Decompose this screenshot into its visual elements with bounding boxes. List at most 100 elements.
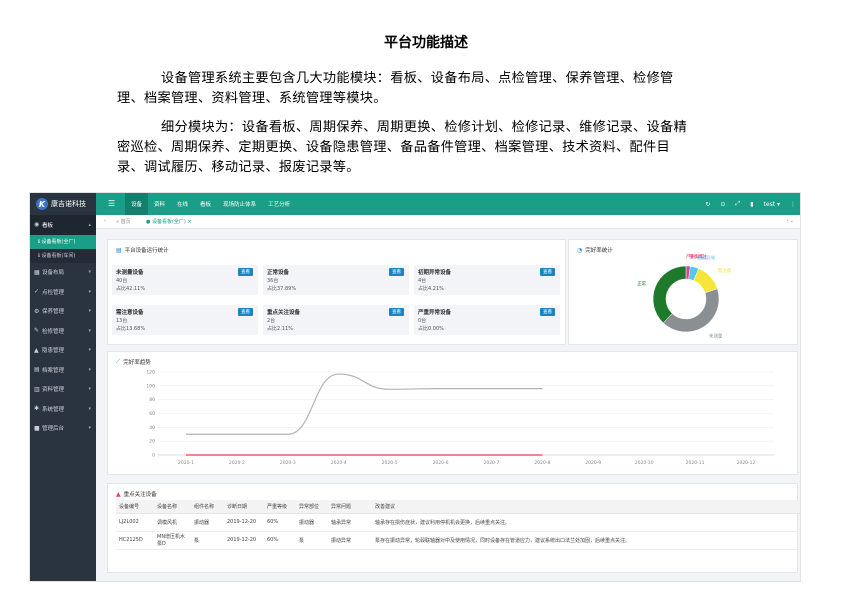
stat-name: 严重异常设备: [418, 310, 452, 316]
sidebar-item-archive[interactable]: ▤ 档案管理 ▾: [30, 360, 96, 380]
table-header-row: 设备编号 设备名称 组件名称 诊断日期 严重等级 异常部位 异常问题 改善建议: [116, 500, 800, 514]
sidebar-subitem-workshop[interactable]: ℹ 设备看板(车间): [30, 248, 96, 263]
lock-icon[interactable]: ⊙: [720, 201, 725, 208]
tab-current[interactable]: ● 设备看板(全厂) ×: [146, 218, 192, 225]
view-button[interactable]: 查看: [540, 268, 555, 276]
top-menu-item[interactable]: 看板: [194, 193, 217, 215]
stat-count: 13台: [116, 318, 128, 324]
x-tick-label: 2020-1: [178, 460, 194, 466]
top-right-tools: ↻ ⊙ ⤢ ▮ test ▾ ⋮: [705, 193, 796, 215]
x-tick-label: 2020-12: [737, 460, 756, 466]
sidebar-item-label: 资料管理: [42, 387, 65, 394]
folder-icon: ▤: [34, 366, 40, 374]
chart-icon[interactable]: ▮: [750, 201, 753, 208]
sidebar-item-label: 设备布局: [42, 270, 65, 277]
table-cell: HC2125D: [116, 531, 154, 550]
table-cell: MN增压机水泵D: [154, 531, 191, 550]
sidebar-item-label: 保养管理: [42, 309, 65, 316]
menu-toggle-icon[interactable]: ☰: [108, 199, 115, 208]
stat-percent: 占比2.11%: [267, 326, 293, 332]
stat-key-attention: 重点关注设备 2台 占比2.11% 查看: [263, 305, 409, 335]
more-icon[interactable]: ⋮: [790, 201, 796, 208]
top-menu-item[interactable]: 工艺分析: [262, 193, 296, 215]
attention-card-title: 重点关注设备: [123, 492, 157, 498]
view-button[interactable]: 查看: [389, 268, 404, 276]
sidebar-item-dashboard[interactable]: ◉ 看板 ▴: [30, 215, 96, 235]
stat-name: 需注意设备: [116, 310, 144, 316]
table-row[interactable]: LJ2L002 调模风机 振动器 2019-12-20 60% 振动器 轴承异常…: [116, 513, 800, 532]
top-menu-item[interactable]: 资料: [148, 193, 171, 215]
donut-slice[interactable]: [693, 268, 718, 294]
stat-name: 初期异常设备: [418, 270, 452, 276]
sidebar-item-hazard[interactable]: ▲ 隐患管理 ▾: [30, 341, 96, 361]
sidebar-item-inspection[interactable]: ✓ 点检管理 ▾: [30, 282, 96, 302]
top-menu-item[interactable]: 在线: [171, 193, 194, 215]
donut-card: ◔ 完好率统计 严重异常 重点关注 初期异常 需注意 未测量 正常: [568, 239, 798, 345]
chevron-down-icon: ▾: [88, 386, 91, 393]
x-tick-label: 2020-3: [280, 460, 296, 466]
refresh-icon[interactable]: ↻: [705, 201, 710, 208]
stat-count: 4台: [418, 278, 427, 284]
tab-scroll-right-icon[interactable]: › ⌄: [786, 218, 794, 224]
document-title: 平台功能描述: [384, 35, 468, 51]
stat-count: 0台: [418, 318, 427, 324]
tab-home[interactable]: « 首页: [116, 218, 131, 225]
sidebar-item-repair[interactable]: ✎ 检修管理 ▾: [30, 321, 96, 341]
column-header: 改善建议: [372, 500, 800, 514]
brand-name: 康吉诺科技: [51, 200, 86, 208]
warning-icon: ▲: [34, 346, 39, 354]
stat-percent: 占比0.00%: [418, 326, 444, 332]
table-row[interactable]: HC2125D MN增压机水泵D 泵 2019-12-20 60% 泵 振动异常…: [116, 531, 800, 550]
top-menu-item[interactable]: 设备: [125, 193, 149, 215]
gear-icon: ⚙: [34, 307, 40, 315]
column-header: 异常部位: [296, 500, 328, 514]
sidebar-item-layout[interactable]: ▦ 设备布局 ▾: [30, 263, 96, 283]
wrench-icon: ✎: [34, 327, 40, 335]
table-cell: 振动器: [191, 513, 224, 532]
y-tick-label: 120: [146, 370, 155, 376]
top-menu-item[interactable]: 现场防止体系: [217, 193, 262, 215]
x-tick-label: 2020-7: [483, 460, 499, 466]
bars-icon: ▤: [116, 246, 122, 254]
tab-scroll-left-icon[interactable]: ‹: [104, 218, 106, 224]
view-button[interactable]: 查看: [389, 308, 404, 316]
donut-chart: 严重异常重点关注初期异常需注意未测量正常: [637, 253, 732, 339]
stat-percent: 占比4.21%: [418, 286, 444, 292]
sidebar-item-system[interactable]: ✱ 系统管理 ▾: [30, 399, 96, 419]
sidebar-item-label: 隐患管理: [42, 348, 65, 355]
page-tabbar: ‹ « 首页 ● 设备看板(全厂) × › ⌄: [96, 215, 800, 229]
column-header: 严重等级: [264, 500, 296, 514]
sidebar-item-admin[interactable]: ■ 管理后台 ▾: [30, 419, 96, 439]
fullscreen-icon[interactable]: ⤢: [735, 200, 740, 208]
table-cell: 振动器: [296, 513, 328, 532]
sidebar-item-documents[interactable]: ▥ 资料管理 ▾: [30, 380, 96, 400]
sidebar-item-maintenance[interactable]: ⚙ 保养管理 ▾: [30, 302, 96, 322]
table-cell: 振动异常: [328, 531, 372, 550]
donut-slice[interactable]: [662, 288, 720, 333]
brand[interactable]: K 康吉诺科技: [30, 193, 96, 215]
stat-count: 40台: [116, 278, 128, 284]
user-menu[interactable]: test ▾: [764, 201, 780, 208]
column-header: 异常问题: [328, 500, 372, 514]
status-card-header: ▤ 平台设备运行统计: [116, 246, 169, 255]
view-button[interactable]: 查看: [238, 308, 253, 316]
stat-count: 36台: [267, 278, 279, 284]
sidebar-subitem-plant[interactable]: ℹ 设备看板(全厂): [30, 234, 96, 249]
sidebar-item-label: 看板: [42, 222, 54, 229]
donut-slice[interactable]: [652, 265, 687, 324]
view-button[interactable]: 查看: [540, 308, 555, 316]
stat-name: 未测量设备: [116, 270, 144, 276]
stat-early-abnormal: 初期异常设备 4台 占比4.21% 查看: [414, 265, 560, 295]
sidebar: ◉ 看板 ▴ ℹ 设备看板(全厂) ℹ 设备看板(车间) ▦ 设备布局 ▾ ✓ 点检管…: [30, 215, 96, 581]
sidebar-item-label: 档案管理: [42, 367, 65, 374]
stat-percent: 占比13.68%: [116, 326, 146, 332]
stat-needs-attention: 需注意设备 13台 占比13.68% 查看: [112, 305, 258, 335]
sidebar-subitem-label: 设备看板(车间): [41, 253, 76, 259]
chevron-down-icon: ▾: [88, 366, 91, 373]
settings-icon: ✱: [34, 405, 40, 413]
attention-table: 设备编号 设备名称 组件名称 诊断日期 严重等级 异常部位 异常问题 改善建议 …: [116, 500, 800, 550]
grid-icon: ▦: [34, 268, 40, 276]
status-card: ▤ 平台设备运行统计 未测量设备 40台 占比42.11% 查看 正常设备 36…: [107, 239, 566, 345]
sidebar-subitem-label: 设备看板(全厂): [41, 239, 76, 245]
view-button[interactable]: 查看: [238, 268, 253, 276]
